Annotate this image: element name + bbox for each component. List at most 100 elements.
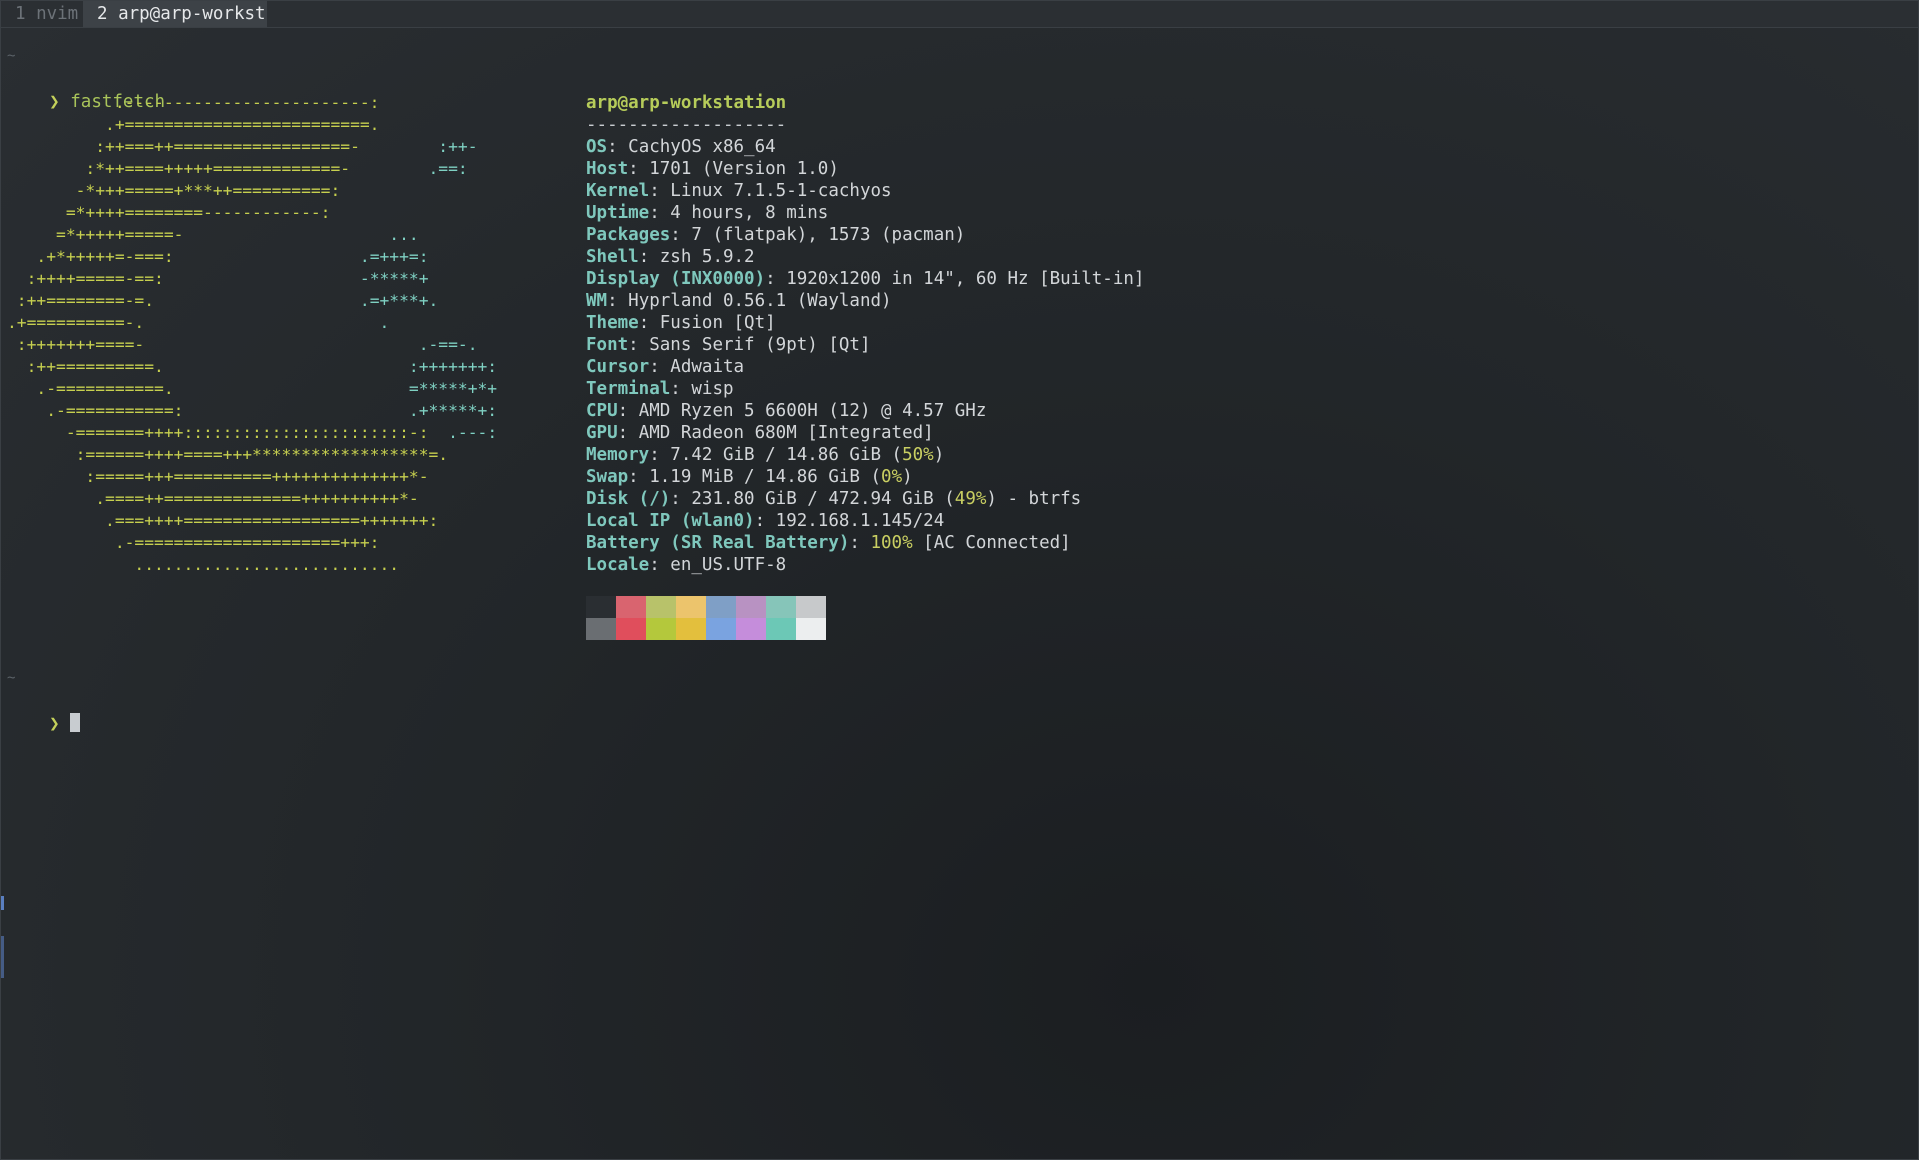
info-value: Hyprland 0.56.1 (Wayland) bbox=[628, 291, 892, 311]
palette-swatch bbox=[586, 596, 616, 618]
palette-swatch bbox=[586, 618, 616, 640]
logo-line: ........................... bbox=[7, 555, 400, 574]
info-key: Disk (/) bbox=[586, 489, 671, 509]
info-percent: 100% bbox=[870, 533, 913, 553]
info-value: 4 hours, 8 mins bbox=[670, 203, 829, 223]
logo-line: .====++==============++++++++++*- bbox=[7, 489, 419, 508]
palette-swatch bbox=[796, 596, 826, 618]
info-value: Fusion [Qt] bbox=[659, 313, 776, 333]
info-value: Sans Serif (9pt) [Qt] bbox=[649, 335, 871, 355]
info-value-suffix: ) - btrfs bbox=[986, 489, 1082, 509]
info-value: en_US.UTF-8 bbox=[670, 555, 787, 575]
logo-line: :++==========. :+++++++: bbox=[7, 357, 498, 376]
edge-marker-2 bbox=[1, 936, 4, 978]
info-row-display-inx0000: Display (INX0000): 1920x1200 in 14", 60 … bbox=[586, 269, 1145, 289]
info-row-cpu: CPU: AMD Ryzen 5 6600H (12) @ 4.57 GHz bbox=[586, 401, 987, 421]
info-value-suffix: [AC Connected] bbox=[912, 533, 1071, 553]
tab-shell[interactable]: 2 arp@arp-workst bbox=[83, 1, 267, 27]
logo-line: -=======++++:::::::::::::::::::::::-: .-… bbox=[7, 423, 498, 442]
info-key: Shell bbox=[586, 247, 639, 267]
info-row-host: Host: 1701 (Version 1.0) bbox=[586, 159, 839, 179]
user-host-title: arp@arp-workstation bbox=[586, 93, 787, 113]
info-row-os: OS: CachyOS x86_64 bbox=[586, 137, 776, 157]
prompt-symbol-2: ❯ bbox=[49, 714, 60, 734]
logo-line: .-===========: .+*****+: bbox=[7, 401, 498, 420]
palette-swatch bbox=[616, 596, 646, 618]
logo-line: :*++====+++++=============- .==: bbox=[7, 159, 468, 178]
cwd-indicator-2: ~ bbox=[7, 670, 16, 686]
info-percent: 0% bbox=[881, 467, 903, 487]
info-value: Linux 7.1.5-1-cachyos bbox=[670, 181, 892, 201]
info-row-terminal: Terminal: wisp bbox=[586, 379, 734, 399]
info-key: Theme bbox=[586, 313, 639, 333]
info-row-uptime: Uptime: 4 hours, 8 mins bbox=[586, 203, 829, 223]
info-key: Packages bbox=[586, 225, 671, 245]
logo-line: .+*+++++=-===: .=+++=: bbox=[7, 247, 429, 266]
info-row-wm: WM: Hyprland 0.56.1 (Wayland) bbox=[586, 291, 892, 311]
info-key: Cursor bbox=[586, 357, 650, 377]
info-row-swap: Swap: 1.19 MiB / 14.86 GiB (0%) bbox=[586, 467, 913, 487]
info-row-battery-sr-real-battery: Battery (SR Real Battery): 100% [AC Conn… bbox=[586, 533, 1071, 553]
palette-swatch bbox=[646, 596, 676, 618]
info-value: zsh 5.9.2 bbox=[659, 247, 755, 267]
info-row-cursor: Cursor: Adwaita bbox=[586, 357, 745, 377]
logo-line: :======++++====+++******************=. bbox=[7, 445, 449, 464]
text-cursor bbox=[70, 713, 81, 732]
info-key: Display (INX0000) bbox=[586, 269, 766, 289]
palette-swatch bbox=[736, 596, 766, 618]
logo-line: .-=====================+++: bbox=[7, 533, 380, 552]
info-row-memory: Memory: 7.42 GiB / 14.86 GiB (50%) bbox=[586, 445, 945, 465]
info-value: 1701 (Version 1.0) bbox=[649, 159, 839, 179]
info-row-local-ip-wlan0: Local IP (wlan0): 192.168.1.145/24 bbox=[586, 511, 945, 531]
palette-swatch bbox=[616, 618, 646, 640]
info-key: Host bbox=[586, 159, 629, 179]
distro-logo: .-------------------------: .+==========… bbox=[7, 92, 497, 576]
info-value: 7.42 GiB / 14.86 GiB ( bbox=[670, 445, 903, 465]
info-row-gpu: GPU: AMD Radeon 680M [Integrated] bbox=[586, 423, 934, 443]
info-percent: 49% bbox=[954, 489, 987, 509]
info-key: Local IP (wlan0) bbox=[586, 511, 755, 531]
info-value: Adwaita bbox=[670, 357, 745, 377]
palette-swatch bbox=[736, 618, 766, 640]
palette-swatch bbox=[766, 596, 796, 618]
logo-line: -*+++=====+***++==========: bbox=[7, 181, 341, 200]
palette-swatch bbox=[706, 618, 736, 640]
info-value: 7 (flatpak), 1573 (pacman) bbox=[691, 225, 966, 245]
terminal-window[interactable]: 1 nvim 2 arp@arp-workst ~ ❯ fastfetch .-… bbox=[0, 0, 1919, 1160]
palette-swatch bbox=[796, 618, 826, 640]
edge-marker bbox=[1, 896, 4, 910]
palette-swatch bbox=[676, 618, 706, 640]
title-separator: ------------------- bbox=[586, 115, 787, 135]
info-key: Uptime bbox=[586, 203, 650, 223]
info-value: 231.80 GiB / 472.94 GiB ( bbox=[691, 489, 955, 509]
logo-line: .-===========. =*****+*+ bbox=[7, 379, 498, 398]
logo-line: .-------------------------: bbox=[7, 93, 380, 112]
tab-bar: 1 nvim 2 arp@arp-workst bbox=[1, 1, 1918, 28]
info-value: wisp bbox=[691, 379, 734, 399]
info-key: GPU bbox=[586, 423, 618, 443]
info-value: AMD Radeon 680M [Integrated] bbox=[638, 423, 934, 443]
tab-nvim[interactable]: 1 nvim bbox=[1, 1, 88, 27]
info-value-suffix: ) bbox=[933, 445, 945, 465]
cwd-indicator: ~ bbox=[7, 48, 16, 64]
info-percent: 50% bbox=[902, 445, 934, 465]
input-line[interactable]: ❯ bbox=[7, 691, 81, 734]
info-key: OS bbox=[586, 137, 608, 157]
info-key: Memory bbox=[586, 445, 650, 465]
info-key: WM bbox=[586, 291, 608, 311]
info-row-theme: Theme: Fusion [Qt] bbox=[586, 313, 776, 333]
info-row-locale: Locale: en_US.UTF-8 bbox=[586, 555, 787, 575]
info-key: Font bbox=[586, 335, 629, 355]
info-row-disk: Disk (/): 231.80 GiB / 472.94 GiB (49%) … bbox=[586, 489, 1082, 509]
logo-line: .===++++==================+++++++: bbox=[7, 511, 439, 530]
info-key: CPU bbox=[586, 401, 618, 421]
info-value: CachyOS x86_64 bbox=[628, 137, 776, 157]
info-value: 1.19 MiB / 14.86 GiB ( bbox=[649, 467, 882, 487]
color-palette bbox=[586, 596, 826, 640]
logo-line: :=====+++==========++++++++++++++*- bbox=[7, 467, 429, 486]
logo-line: :+++++++====- .-==-. bbox=[7, 335, 478, 354]
info-key: Terminal bbox=[586, 379, 671, 399]
info-value-suffix: ) bbox=[902, 467, 913, 487]
info-row-kernel: Kernel: Linux 7.1.5-1-cachyos bbox=[586, 181, 892, 201]
logo-line: :++========-=. .=+***+. bbox=[7, 291, 439, 310]
